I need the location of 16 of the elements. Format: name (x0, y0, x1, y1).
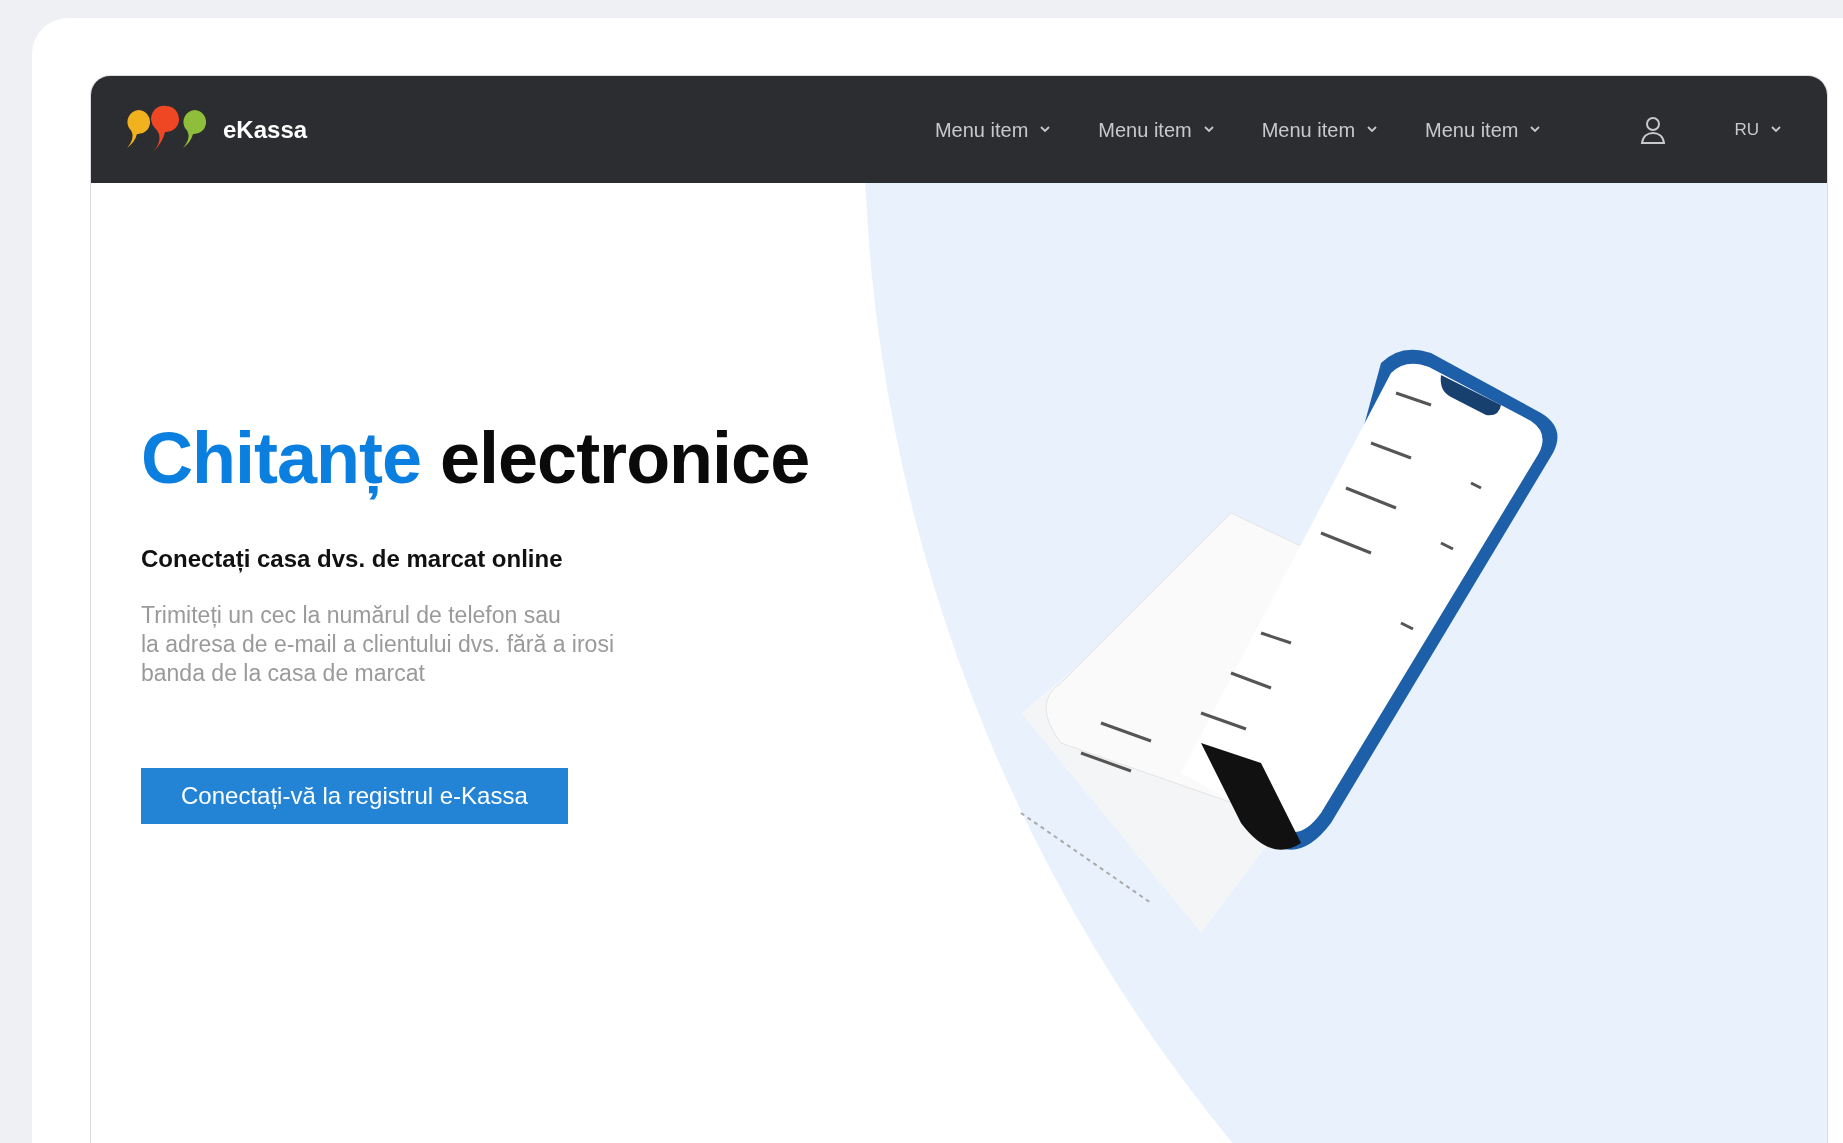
hero-title: Chitanțe electronice (141, 417, 811, 502)
caret-icon (1040, 126, 1051, 133)
user-icon[interactable] (1640, 115, 1667, 144)
hero-description: Trimiteți un cec la numărul de telefon sau la adresa de e-mail a clientului dvs. fără a irosi banda de la casa de marcat (141, 601, 615, 689)
connect-button[interactable]: Conectați-vă la registrul e-Kassa (141, 768, 568, 825)
brand-name: eKassa (223, 114, 308, 145)
menu-dropdown[interactable]: Menu item (1098, 110, 1214, 149)
menu-dropdown[interactable]: Menu item (934, 110, 1051, 149)
caret-icon (1771, 126, 1781, 133)
caret-icon (1203, 126, 1214, 133)
menu-dropdown[interactable]: Menu item (1425, 110, 1541, 149)
language-dropdown[interactable]: RU (1728, 115, 1787, 144)
caret-icon (1530, 126, 1541, 133)
hero-subtitle: Conectați casa dvs. de marcat online (141, 544, 564, 575)
caret-icon (1367, 126, 1378, 133)
menu-dropdown[interactable]: Menu item (1261, 110, 1378, 149)
